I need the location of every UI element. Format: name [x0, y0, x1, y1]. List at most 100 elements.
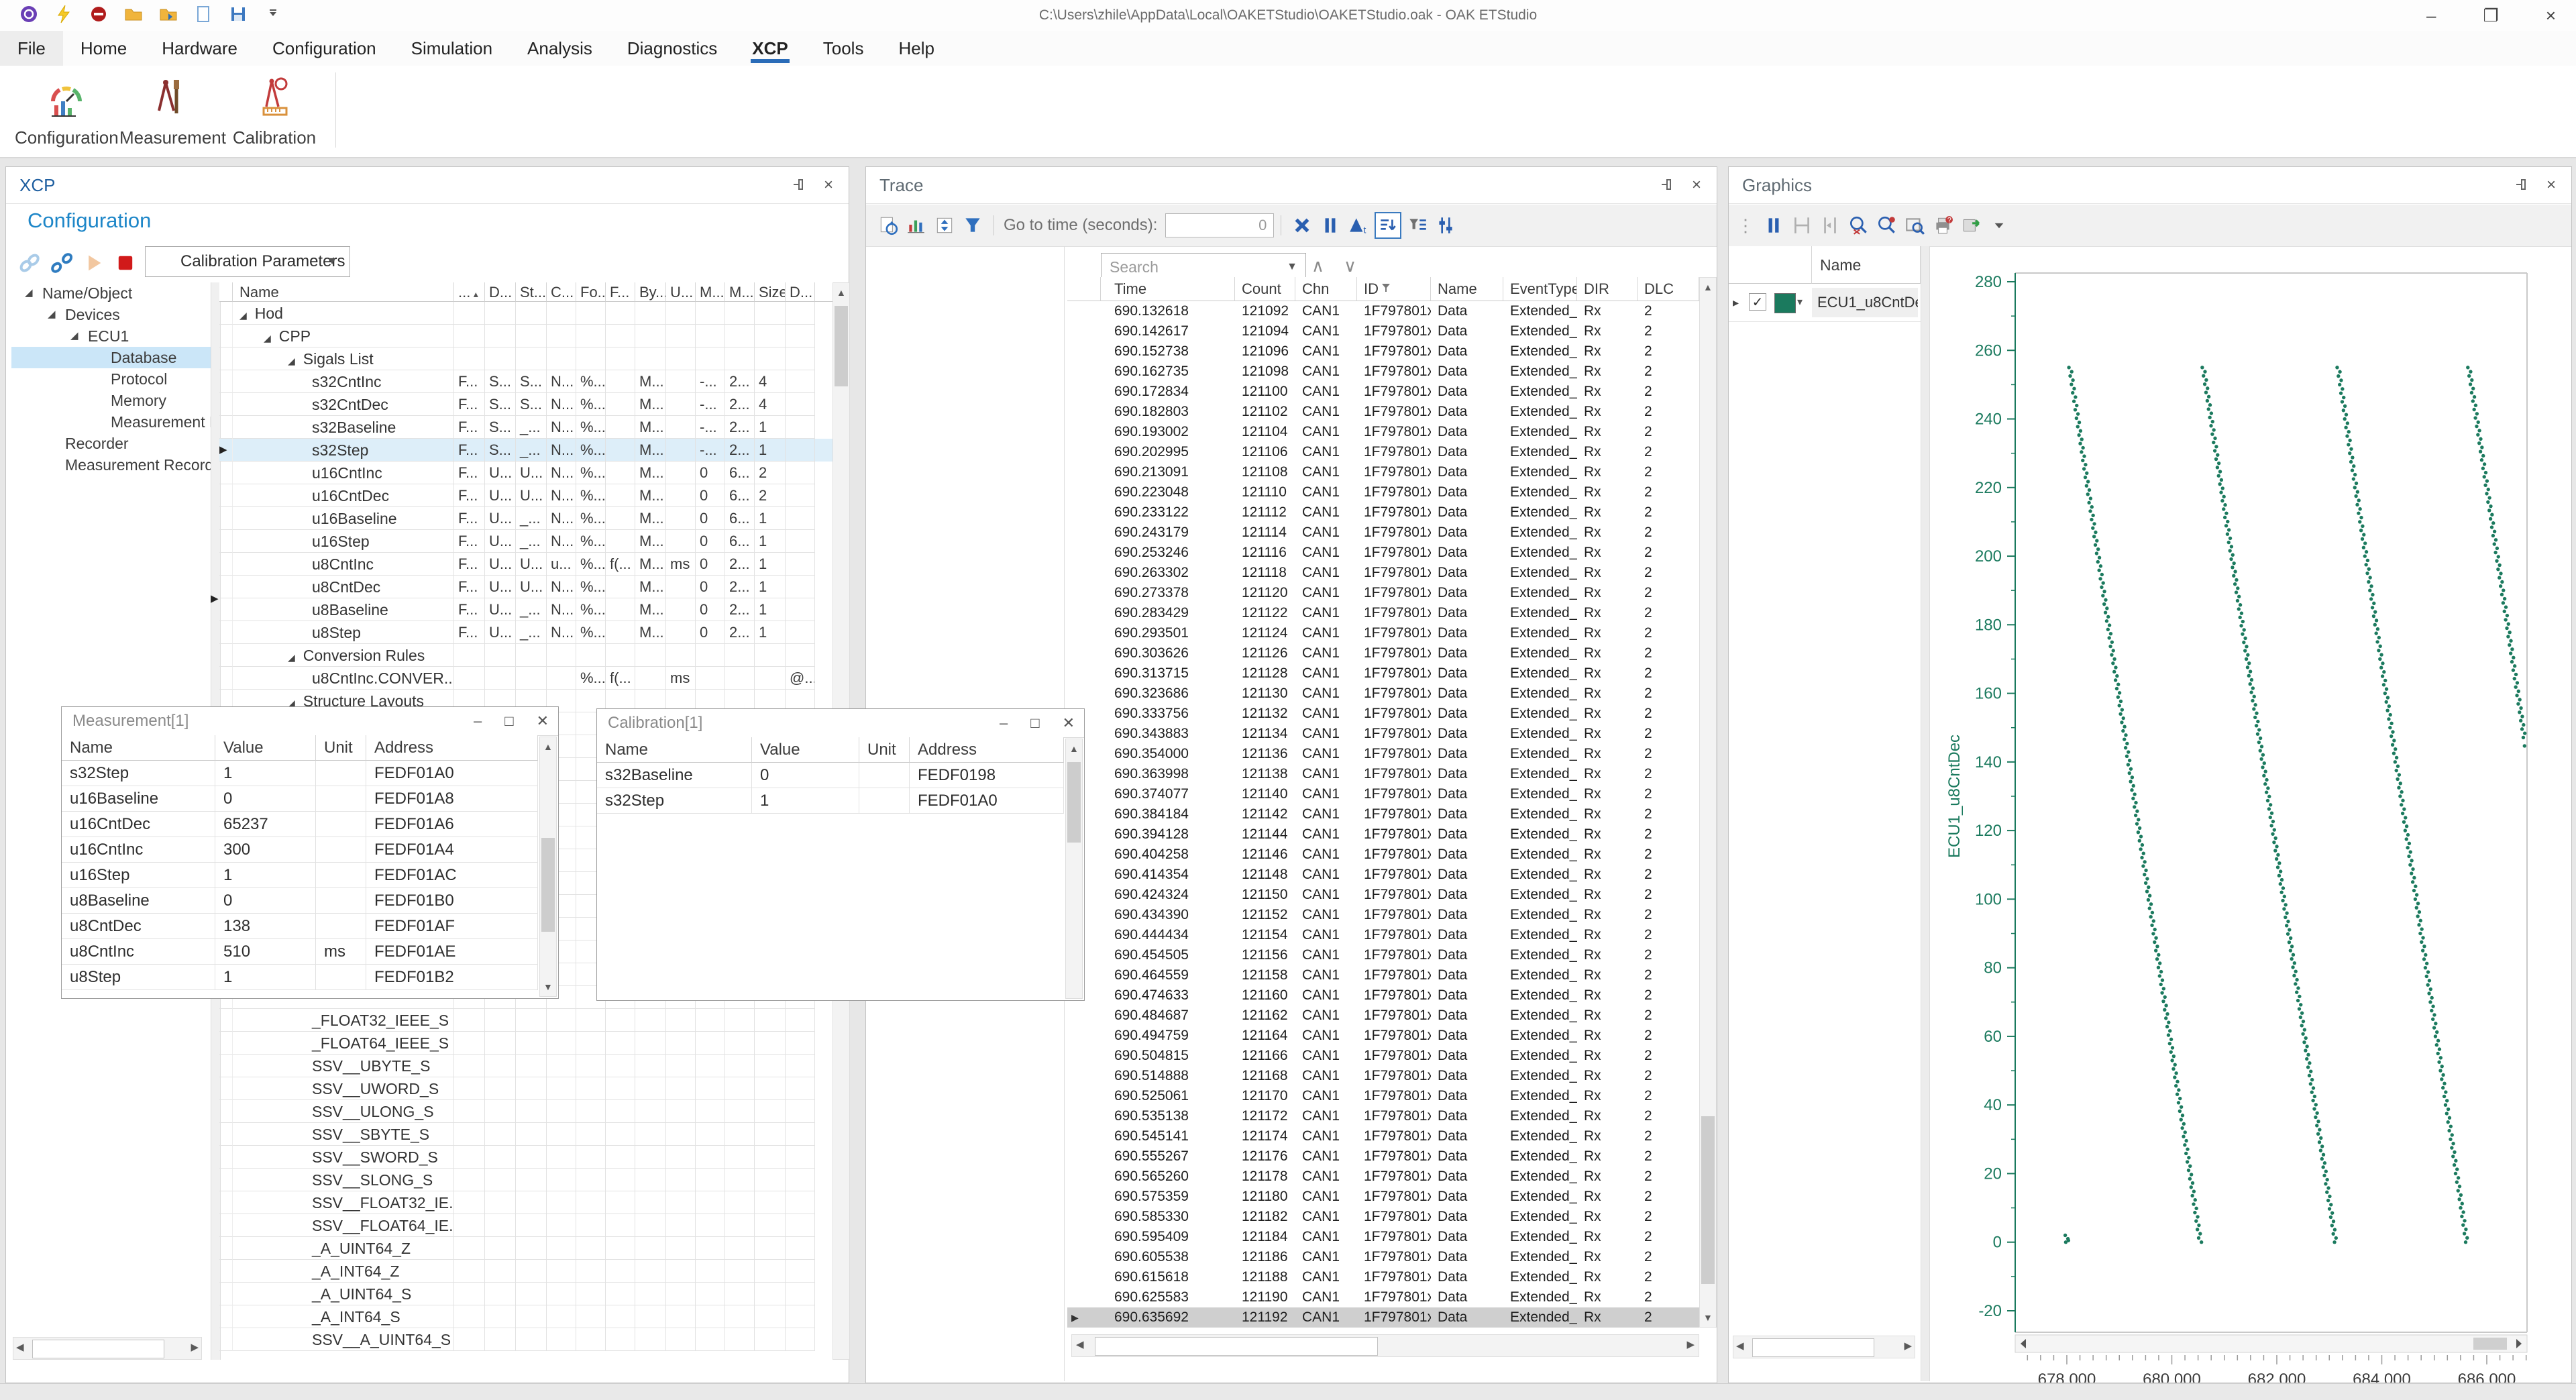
- row-expander-icon[interactable]: ◢: [264, 333, 271, 343]
- cell-value[interactable]: 510: [215, 939, 316, 965]
- tree-item-measurement-record[interactable]: Measurement Record: [11, 454, 211, 476]
- disconnect-icon[interactable]: [89, 4, 109, 24]
- close-icon[interactable]: ×: [2542, 176, 2561, 195]
- statistics-icon[interactable]: [904, 213, 928, 237]
- table-row-u8CntDec[interactable]: u8CntDecF...U...U...N...%...M...02...1: [219, 576, 833, 598]
- table-row-SSV__A_UINT64_S[interactable]: SSV__A_UINT64_S: [219, 1328, 833, 1351]
- cell-value[interactable]: 0: [215, 888, 316, 914]
- tree-expander-icon[interactable]: ◢: [48, 304, 56, 325]
- trace-row[interactable]: 690.142617121094CAN11F797801xDataExtende…: [1067, 321, 1699, 341]
- column-header-5[interactable]: Fo...: [576, 282, 606, 302]
- trace-row[interactable]: 690.514888121168CAN11F797801xDataExtende…: [1067, 1066, 1699, 1086]
- scroll-down-icon[interactable]: ▼: [543, 981, 553, 992]
- trace-row[interactable]: 690.595409121184CAN11F797801xDataExtende…: [1067, 1227, 1699, 1247]
- column-header-dir[interactable]: DIR: [1577, 277, 1638, 301]
- scroll-up-icon[interactable]: ▲: [543, 741, 553, 752]
- legend-header-name[interactable]: Name: [1812, 246, 1921, 284]
- maximize-icon[interactable]: □: [1030, 714, 1039, 732]
- table-row-SSV__UWORD_S[interactable]: SSV__UWORD_S: [219, 1077, 833, 1100]
- minimize-icon[interactable]: –: [1000, 714, 1008, 732]
- column-header-7[interactable]: By...: [635, 282, 666, 302]
- legend-horizontal-scrollbar[interactable]: ◀ ▶: [1733, 1336, 1915, 1358]
- column-header-3[interactable]: St...: [516, 282, 547, 302]
- trace-row[interactable]: 690.253246121116CAN11F797801xDataExtende…: [1067, 543, 1699, 563]
- table-row-_FLOAT64_IEEE_S[interactable]: _FLOAT64_IEEE_S: [219, 1032, 833, 1055]
- series-visible-checkbox[interactable]: ✓: [1749, 293, 1766, 311]
- menu-item-help[interactable]: Help: [881, 31, 951, 66]
- menu-item-file[interactable]: File: [0, 31, 63, 66]
- trace-row[interactable]: 690.414354121148CAN11F797801xDataExtende…: [1067, 865, 1699, 885]
- trace-row[interactable]: 690.404258121146CAN11F797801xDataExtende…: [1067, 845, 1699, 865]
- column-header-12[interactable]: D...: [786, 282, 815, 302]
- trace-row[interactable]: 690.474633121160CAN11F797801xDataExtende…: [1067, 985, 1699, 1006]
- table-row-s32CntInc[interactable]: s32CntIncF...S...S...N...%...M...-...2..…: [219, 370, 833, 393]
- trace-row[interactable]: 690.374077121140CAN11F797801xDataExtende…: [1067, 784, 1699, 804]
- series-color-swatch[interactable]: [1774, 293, 1796, 313]
- trace-row[interactable]: 690.213091121108CAN11F797801xDataExtende…: [1067, 462, 1699, 482]
- start-icon[interactable]: [81, 251, 105, 275]
- column-header-10[interactable]: M...: [725, 282, 755, 302]
- maximize-icon[interactable]: □: [504, 712, 513, 730]
- column-header-value[interactable]: Value: [752, 737, 859, 763]
- trace-row[interactable]: 690.525061121170CAN11F797801xDataExtende…: [1067, 1086, 1699, 1106]
- table-row-u16CntDec[interactable]: u16CntDecF...U...U...N...%...M...06...2: [219, 484, 833, 507]
- scroll-up-icon[interactable]: ▲: [1703, 282, 1713, 292]
- table-row-Hod[interactable]: ◢Hod: [219, 302, 833, 325]
- scroll-left-icon[interactable]: ◀: [16, 1341, 24, 1353]
- trace-row[interactable]: 690.575359121180CAN11F797801xDataExtende…: [1067, 1187, 1699, 1207]
- column-header-11[interactable]: Size: [755, 282, 786, 302]
- trace-row[interactable]: 690.363998121138CAN11F797801xDataExtende…: [1067, 764, 1699, 784]
- column-header-dlc[interactable]: DLC: [1638, 277, 1699, 301]
- menu-item-diagnostics[interactable]: Diagnostics: [610, 31, 735, 66]
- trace-row[interactable]: 690.585330121182CAN11F797801xDataExtende…: [1067, 1207, 1699, 1227]
- column-header-1[interactable]: ...▲: [454, 282, 485, 302]
- column-header-2[interactable]: D...: [485, 282, 516, 302]
- column-header-4[interactable]: C...: [547, 282, 576, 302]
- cursor-icon[interactable]: [1790, 213, 1814, 237]
- trace-row[interactable]: 690.484687121162CAN11F797801xDataExtende…: [1067, 1006, 1699, 1026]
- lightning-icon[interactable]: [54, 4, 74, 24]
- ribbon-button-configuration[interactable]: Configuration: [15, 71, 115, 148]
- menu-item-configuration[interactable]: Configuration: [255, 31, 394, 66]
- cell-value[interactable]: 1: [215, 761, 316, 786]
- close-icon[interactable]: ✕: [1063, 714, 1075, 732]
- restore-button[interactable]: ❐: [2483, 5, 2499, 26]
- table-row-u16CntInc[interactable]: u16CntIncF...U...U...N...%...M...06...2: [219, 462, 833, 484]
- column-header-address[interactable]: Address: [366, 735, 538, 761]
- table-row-s32Step[interactable]: ▶s32StepF...S..._...N...%...M...-...2...…: [219, 439, 833, 462]
- import-folder-icon[interactable]: [158, 4, 178, 24]
- filter-icon[interactable]: [1381, 280, 1391, 297]
- table-row-SSV__FLOAT64_IE...[interactable]: SSV__FLOAT64_IE...: [219, 1214, 833, 1237]
- search-prev-button[interactable]: ∧: [1311, 256, 1324, 276]
- measurement-vertical-scrollbar[interactable]: ▲ ▼: [539, 737, 557, 997]
- trace-row[interactable]: 690.555267121176CAN11F797801xDataExtende…: [1067, 1146, 1699, 1167]
- column-header-unit[interactable]: Unit: [859, 737, 910, 763]
- tree-horizontal-scrollbar[interactable]: ◀ ▶: [13, 1337, 202, 1360]
- close-icon[interactable]: ×: [1687, 176, 1706, 195]
- trace-row[interactable]: 690.494759121164CAN11F797801xDataExtende…: [1067, 1026, 1699, 1046]
- zoom-out-x-icon[interactable]: [1846, 213, 1870, 237]
- trace-row[interactable]: 690.565260121178CAN11F797801xDataExtende…: [1067, 1167, 1699, 1187]
- menu-item-hardware[interactable]: Hardware: [144, 31, 255, 66]
- trace-horizontal-scrollbar[interactable]: ◀ ▶: [1071, 1334, 1699, 1357]
- table-row-_A_INT64_S[interactable]: _A_INT64_S: [219, 1305, 833, 1328]
- trace-row[interactable]: 690.545141121174CAN11F797801xDataExtende…: [1067, 1126, 1699, 1146]
- stop-icon[interactable]: [113, 251, 138, 275]
- cell-value[interactable]: 65237: [215, 812, 316, 837]
- table-row-_A_INT64_Z[interactable]: _A_INT64_Z: [219, 1260, 833, 1283]
- goto-time-input[interactable]: 0: [1165, 213, 1274, 237]
- columns-settings-icon[interactable]: [1434, 213, 1458, 237]
- table-row-_A_UINT64_S[interactable]: _A_UINT64_S: [219, 1283, 833, 1305]
- tree-expander-icon[interactable]: ◢: [25, 282, 33, 304]
- trace-row[interactable]: 690.535138121172CAN11F797801xDataExtende…: [1067, 1106, 1699, 1126]
- column-header-name[interactable]: Name: [1431, 277, 1503, 301]
- autoscroll-icon[interactable]: [932, 213, 957, 237]
- minimize-icon[interactable]: –: [474, 712, 482, 730]
- tree-item-ecu1[interactable]: ◢ECU1: [11, 325, 211, 347]
- close-button[interactable]: ×: [2546, 5, 2556, 26]
- trace-row[interactable]: 690.615618121188CAN11F797801xDataExtende…: [1067, 1267, 1699, 1287]
- row-expander-icon[interactable]: ◢: [239, 310, 247, 321]
- new-file-icon[interactable]: [193, 4, 213, 24]
- column-header-8[interactable]: U...: [666, 282, 696, 302]
- column-header-chn[interactable]: Chn: [1295, 277, 1357, 301]
